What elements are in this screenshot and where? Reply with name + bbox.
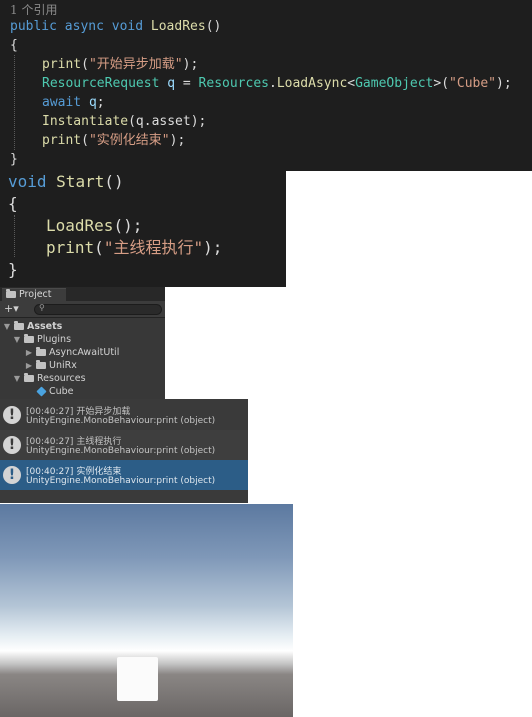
open-brace: { [10,38,18,53]
string-literal: "开始异步加载" [88,57,183,72]
folder-open-icon [14,321,24,330]
string-literal: "Cube" [449,76,497,91]
method-name: Start [56,172,105,191]
code-line-2: print("主线程执行"); [46,237,222,259]
folder-icon [6,289,16,298]
magnifier-icon: ⚲ [39,303,45,312]
params: () [104,172,124,191]
tab-project-label: Project [19,289,52,300]
call: print [46,238,95,257]
cube-object[interactable] [117,657,158,701]
keyword-await: await [42,95,82,110]
project-panel: Project +▾ ⚲ ▼ Assets ▼ Plugins ▶ AsyncA… [0,287,165,399]
indent-guide [14,215,15,257]
project-tab-bar: Project [0,287,165,301]
tree-item-label: Cube [49,386,74,397]
log-source: UnityEngine.MonoBehaviour:print (object) [26,446,216,456]
variable-q: q [167,76,176,91]
indent-guide [14,55,15,150]
folder-open-icon [24,334,34,343]
generic-type: GameObject [355,76,434,91]
console-entry[interactable]: ! [00:40:27] 开始异步加载 UnityEngine.MonoBeha… [0,400,248,430]
paren-close: ); [496,76,512,91]
semicolon: ; [96,95,105,110]
paren: ( [441,76,450,91]
paren: ( [81,133,89,148]
keyword-async: async [64,19,104,34]
close-brace: } [10,152,18,167]
scene-view[interactable] [0,504,293,717]
lt: < [347,76,356,91]
start-signature: void Start() [8,171,124,193]
variable-q: q [88,95,97,110]
tree-item-plugins[interactable]: ▼ Plugins [13,333,71,346]
method-call: LoadAsync [276,76,348,91]
call: Instantiate [42,114,129,129]
code-line-1: print("开始异步加载"); [42,55,198,74]
tree-item-asyncawaitutil[interactable]: ▶ AsyncAwaitUtil [25,346,119,359]
method-name: LoadRes [150,19,206,34]
info-icon: ! [3,406,21,424]
call: print [42,57,82,72]
tree-item-label: UniRx [49,360,77,371]
log-source: UnityEngine.MonoBehaviour:print (object) [26,416,216,426]
tree-item-label: Assets [27,321,63,332]
code-editor-start: void Start() { LoadRes(); print("主线程执行")… [0,171,286,287]
dot: . [269,76,277,91]
log-source: UnityEngine.MonoBehaviour:print (object) [26,476,216,486]
tree-item-assets[interactable]: ▼ Assets [3,320,62,333]
open-brace: { [8,194,18,213]
collapsed-triangle-icon: ▶ [25,361,33,370]
loadres-signature: public async void LoadRes() [10,17,221,36]
close-brace: } [8,260,18,279]
string-literal: "实例化结束" [88,133,170,148]
info-icon: ! [3,466,21,484]
keyword-public: public [10,19,57,34]
project-toolbar: +▾ ⚲ [0,301,165,318]
console-entry[interactable]: ! [00:40:27] 主线程执行 UnityEngine.MonoBehav… [0,430,248,460]
class-name: Resources [198,76,269,91]
assign: = [175,76,199,91]
code-line-2: ResourceRequest q = Resources.LoadAsync<… [42,74,512,93]
args: (q.asset); [128,114,207,129]
string-literal: "主线程执行" [103,238,204,257]
code-line-3: await q; [42,93,105,112]
prefab-cube-icon [36,386,47,397]
console-panel: ! [00:40:27] 开始异步加载 UnityEngine.MonoBeha… [0,399,248,503]
search-input[interactable]: ⚲ [34,303,162,315]
call: print [42,133,82,148]
paren-close: ); [169,133,186,148]
type-name: ResourceRequest [42,76,160,91]
folder-icon [36,347,46,356]
tree-item-resources[interactable]: ▼ Resources [13,372,86,385]
tree-item-unirx[interactable]: ▶ UniRx [25,359,77,372]
folder-icon [36,360,46,369]
expanded-triangle-icon: ▼ [13,335,21,344]
console-entry-selected[interactable]: ! [00:40:27] 实例化结束 UnityEngine.MonoBehav… [0,460,248,490]
add-asset-button[interactable]: +▾ [4,302,19,315]
call: LoadRes [46,216,114,235]
paren: ( [81,57,89,72]
args: (); [113,216,143,235]
keyword-void: void [111,19,144,34]
code-line-4: Instantiate(q.asset); [42,112,206,131]
tree-item-cube[interactable]: Cube [36,385,74,398]
params: () [205,19,222,34]
paren-close: ); [203,238,223,257]
code-line-1: LoadRes(); [46,215,142,237]
tree-item-label: Resources [37,373,86,384]
code-editor-loadres: 1 个引用 public async void LoadRes() { prin… [0,0,532,171]
tree-item-label: Plugins [37,334,72,345]
tree-item-label: AsyncAwaitUtil [49,347,120,358]
tab-project[interactable]: Project [2,288,66,301]
keyword-void: void [8,172,47,191]
collapsed-triangle-icon: ▶ [25,348,33,357]
folder-open-icon [24,373,34,382]
paren-close: ); [182,57,199,72]
expanded-triangle-icon: ▼ [3,322,11,331]
info-icon: ! [3,436,21,454]
code-line-5: print("实例化结束"); [42,131,185,150]
paren: ( [94,238,104,257]
expanded-triangle-icon: ▼ [13,374,21,383]
